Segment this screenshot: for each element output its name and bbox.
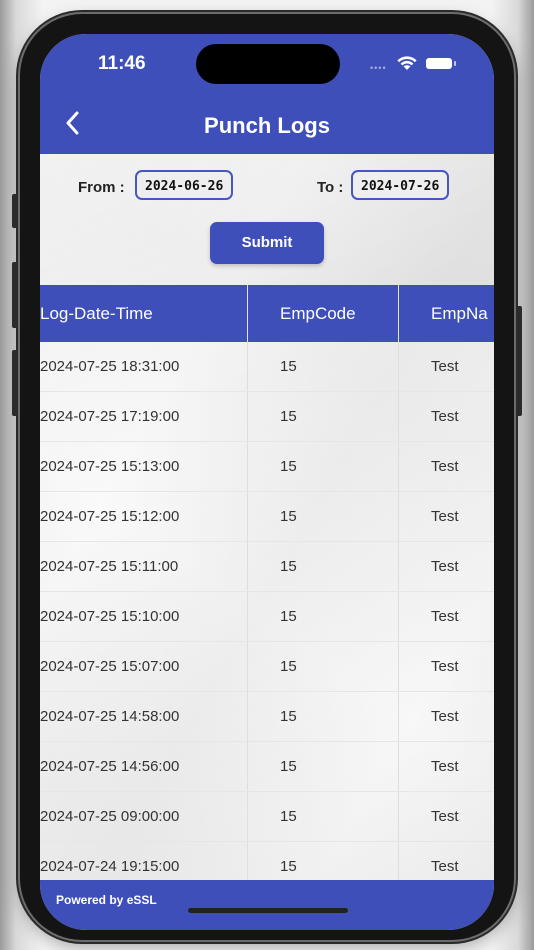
phone-power-button <box>516 306 522 416</box>
cell-empcode: 15 <box>247 791 399 842</box>
cell-empname: Test <box>398 641 494 692</box>
cell-empcode: 15 <box>247 741 399 792</box>
app-footer: Powered by eSSL <box>40 880 494 930</box>
cell-log-date-time: 2024-07-25 15:13:00 <box>40 441 248 492</box>
cell-empcode: 15 <box>247 391 399 442</box>
table-row[interactable]: 2024-07-25 15:10:00 15 Test <box>40 591 494 642</box>
cell-empcode: 15 <box>247 541 399 592</box>
cell-empname: Test <box>398 342 494 392</box>
punch-log-table[interactable]: Log-Date-Time EmpCode EmpNa 2024-07-25 1… <box>40 285 494 880</box>
cellular-signal-icon: •••• <box>370 63 387 73</box>
table-row[interactable]: 2024-07-25 14:58:00 15 Test <box>40 691 494 742</box>
cell-empname: Test <box>398 391 494 442</box>
from-label: From : <box>78 179 125 196</box>
content-area: From : 2024-06-26 To : 2024-07-26 Submit… <box>40 154 494 880</box>
table-row[interactable]: 2024-07-25 17:19:00 15 Test <box>40 391 494 442</box>
cell-empcode: 15 <box>247 441 399 492</box>
powered-by-label: Powered by eSSL <box>56 893 157 907</box>
cell-empname: Test <box>398 441 494 492</box>
app-screen: 11:46 •••• Punch Logs From : 2024-06-26 … <box>40 34 494 930</box>
table-row[interactable]: 2024-07-25 18:31:00 15 Test <box>40 342 494 392</box>
home-indicator[interactable] <box>188 908 348 913</box>
from-date-field[interactable]: 2024-06-26 <box>135 170 234 200</box>
cell-log-date-time: 2024-07-25 09:00:00 <box>40 791 248 842</box>
cell-log-date-time: 2024-07-25 14:56:00 <box>40 741 248 792</box>
cell-empname: Test <box>398 491 494 542</box>
column-header-log-date-time[interactable]: Log-Date-Time <box>40 285 248 342</box>
cell-empname: Test <box>398 591 494 642</box>
cell-log-date-time: 2024-07-25 15:07:00 <box>40 641 248 692</box>
submit-button[interactable]: Submit <box>210 222 324 264</box>
table-row[interactable]: 2024-07-25 14:56:00 15 Test <box>40 741 494 792</box>
column-header-empname[interactable]: EmpNa <box>398 285 494 342</box>
page-title: Punch Logs <box>204 113 330 138</box>
cell-empcode: 15 <box>247 691 399 742</box>
cell-empname: Test <box>398 791 494 842</box>
phone-volume-up <box>12 262 18 328</box>
app-header: 11:46 •••• Punch Logs <box>40 34 494 154</box>
cell-empcode: 15 <box>247 841 399 880</box>
cell-empcode: 15 <box>247 342 399 392</box>
cell-log-date-time: 2024-07-25 15:12:00 <box>40 491 248 542</box>
column-header-empcode[interactable]: EmpCode <box>247 285 399 342</box>
table-header-row: Log-Date-Time EmpCode EmpNa <box>40 285 494 342</box>
cell-empname: Test <box>398 691 494 742</box>
cell-log-date-time: 2024-07-25 15:11:00 <box>40 541 248 592</box>
table-row[interactable]: 2024-07-25 15:07:00 15 Test <box>40 641 494 692</box>
cell-log-date-time: 2024-07-25 18:31:00 <box>40 342 248 392</box>
to-label: To : <box>317 179 344 196</box>
cell-log-date-time: 2024-07-25 15:10:00 <box>40 591 248 642</box>
cell-log-date-time: 2024-07-25 17:19:00 <box>40 391 248 442</box>
table-row[interactable]: 2024-07-25 15:12:00 15 Test <box>40 491 494 542</box>
table-row[interactable]: 2024-07-25 15:13:00 15 Test <box>40 441 494 492</box>
dynamic-island <box>196 44 340 84</box>
table-row[interactable]: 2024-07-24 19:15:00 15 Test <box>40 841 494 880</box>
cell-empcode: 15 <box>247 641 399 692</box>
table-row[interactable]: 2024-07-25 09:00:00 15 Test <box>40 791 494 842</box>
wifi-icon <box>397 56 417 70</box>
phone-silent-switch <box>12 194 18 228</box>
cell-empcode: 15 <box>247 491 399 542</box>
table-row[interactable]: 2024-07-25 15:11:00 15 Test <box>40 541 494 592</box>
phone-volume-down <box>12 350 18 416</box>
cell-empname: Test <box>398 541 494 592</box>
cell-empname: Test <box>398 841 494 880</box>
cell-empcode: 15 <box>247 591 399 642</box>
cell-log-date-time: 2024-07-25 14:58:00 <box>40 691 248 742</box>
status-time: 11:46 <box>98 53 146 74</box>
cell-empname: Test <box>398 741 494 792</box>
battery-icon <box>426 58 456 69</box>
to-date-field[interactable]: 2024-07-26 <box>351 170 450 200</box>
cell-log-date-time: 2024-07-24 19:15:00 <box>40 841 248 880</box>
